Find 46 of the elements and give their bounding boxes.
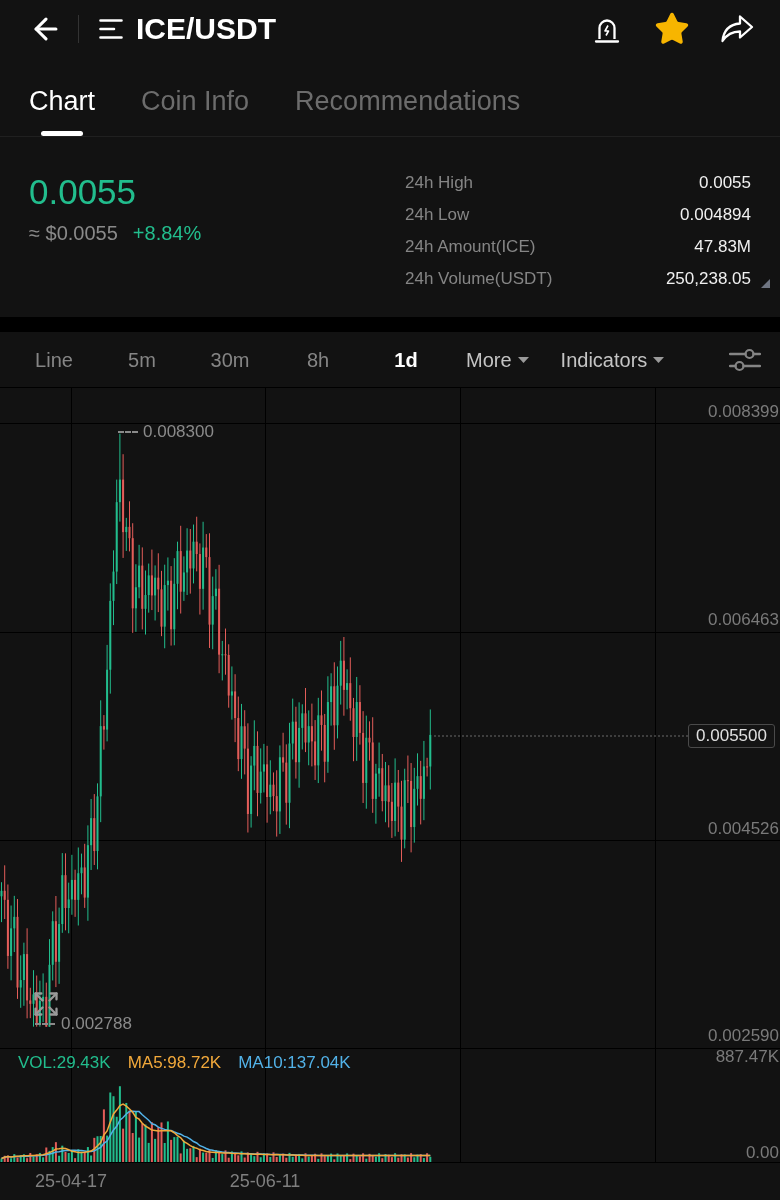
settings-sliders-icon[interactable]: [729, 346, 761, 373]
high-price-marker: 0.008300: [143, 422, 214, 442]
menu-icon[interactable]: [99, 18, 123, 40]
price-axis-label: 0.002590: [708, 1026, 779, 1046]
stat-value: 0.004894: [680, 204, 751, 227]
leader-line: [35, 1023, 55, 1025]
caret-down-icon: [517, 356, 529, 363]
price-axis-label: 0.004526: [708, 819, 779, 839]
volume-axis-label: 0.00: [745, 1143, 779, 1163]
last-price-tag: 0.005500: [688, 724, 775, 748]
tab[interactable]: Coin Info: [141, 58, 250, 136]
tab[interactable]: Recommendations: [295, 58, 521, 136]
volume-legend-label: MA5:98.72K: [127, 1053, 222, 1073]
stat-value: 0.0055: [699, 172, 751, 195]
pair-title: ICE/USDT: [136, 11, 276, 47]
stat-label: 24h Volume(USDT): [405, 268, 554, 291]
dropdown-menu[interactable]: Indicators: [560, 347, 665, 372]
fiat-price: ≈ $0.0055: [29, 221, 118, 245]
stat-value: 47.83M: [694, 236, 751, 259]
share-icon[interactable]: [720, 14, 754, 44]
interval-tab[interactable]: Line: [10, 347, 98, 372]
stat-label: 24h Low: [405, 204, 471, 227]
stat-label: 24h Amount(ICE): [405, 236, 537, 259]
corner-triangle-icon[interactable]: [761, 279, 770, 288]
low-price-marker: 0.002788: [61, 1014, 132, 1034]
stat-label: 24h High: [405, 172, 475, 195]
interval-tab[interactable]: 1d: [362, 347, 450, 372]
date-axis-label: 25-06-11: [229, 1170, 301, 1192]
interval-tab[interactable]: 5m: [98, 347, 186, 372]
price-axis-label: 0.008399: [708, 402, 779, 422]
tab[interactable]: Chart: [29, 58, 96, 136]
caret-down-icon: [653, 356, 665, 363]
interval-tab[interactable]: 30m: [186, 347, 274, 372]
leader-line: [118, 431, 138, 433]
favorite-star-icon[interactable]: [654, 11, 690, 47]
last-price: 0.0055: [29, 173, 138, 211]
price-axis-label: 0.006463: [708, 610, 779, 630]
volume-axis-label: 887.47K: [715, 1047, 779, 1067]
interval-tab[interactable]: 8h: [274, 347, 362, 372]
date-axis-label: 25-04-17: [34, 1170, 108, 1192]
stat-value: 250,238.05: [665, 268, 751, 291]
volume-legend-label: MA10:137.04K: [238, 1053, 351, 1073]
price-change: +8.84%: [132, 221, 202, 245]
volume-legend-label: VOL:29.43K: [18, 1053, 111, 1073]
expand-icon[interactable]: [32, 990, 60, 1018]
dropdown-menu[interactable]: More: [466, 347, 529, 372]
